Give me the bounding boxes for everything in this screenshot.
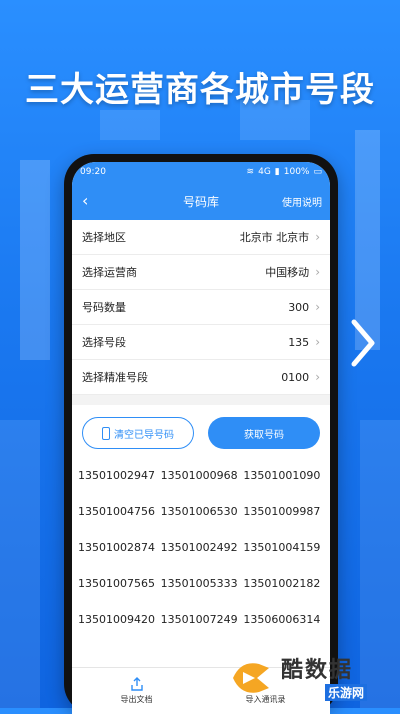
setting-label: 选择精准号段 [82, 371, 148, 384]
setting-label: 选择运营商 [82, 266, 137, 279]
setting-label: 选择号段 [82, 336, 126, 349]
chevron-right-icon: › [315, 335, 320, 349]
watermark-brand: 酷数据 [281, 658, 354, 683]
setting-row-region[interactable]: 选择地区 北京市 北京市 › [72, 220, 330, 255]
status-indicators: ≋ 4G ▮ 100% ▭ [247, 167, 322, 177]
list-item: 13501002182 [243, 577, 321, 590]
list-item: 13501004756 [78, 505, 155, 518]
fetch-button-label: 获取号码 [244, 429, 284, 441]
phone-screen: 09:20 ≋ 4G ▮ 100% ▭ ‹ 号码库 使用说明 选择地区 北京市 … [72, 162, 330, 714]
navbar: ‹ 号码库 使用说明 [72, 182, 330, 220]
setting-label: 选择地区 [82, 231, 126, 244]
wifi-icon: ≋ [246, 167, 255, 177]
phone-icon [102, 426, 110, 440]
list-item: 13501001090 [243, 469, 321, 482]
setting-value: 中国移动 [265, 266, 310, 279]
export-tab[interactable]: 导出文档 [72, 668, 201, 714]
status-battery: 100% [283, 167, 310, 177]
setting-label: 号码数量 [82, 301, 126, 314]
setting-row-exact-prefix[interactable]: 选择精准号段 0100 › [72, 360, 330, 395]
list-item: 13501009987 [243, 505, 321, 518]
number-grid: 13501002947 13501000968 13501001090 1350… [72, 459, 330, 629]
setting-row-carrier[interactable]: 选择运营商 中国移动 › [72, 255, 330, 290]
list-item: 13501007249 [160, 613, 238, 626]
clear-button-label: 清空已导号码 [114, 429, 174, 441]
chevron-left-icon[interactable]: ‹ [82, 191, 88, 210]
list-item: 13506006314 [243, 613, 321, 626]
list-item: 13501002874 [78, 541, 155, 554]
chevron-right-icon: › [315, 370, 320, 384]
watermark: 酷数据 乐游网 [229, 652, 394, 704]
setting-row-quantity[interactable]: 号码数量 300 › [72, 290, 330, 325]
list-item: 13501005333 [160, 577, 238, 590]
fetch-button[interactable]: 获取号码 [208, 417, 320, 449]
export-tab-label: 导出文档 [120, 695, 153, 704]
promo-headline: 三大运营商各城市号段 [25, 70, 375, 110]
chevron-right-icon: › [315, 265, 320, 279]
status-time: 09:20 [80, 167, 106, 177]
setting-row-prefix[interactable]: 选择号段 135 › [72, 325, 330, 360]
chevron-right-icon: › [315, 300, 320, 314]
clear-button[interactable]: 清空已导号码 [82, 417, 194, 449]
signal-icon: ▮ [274, 167, 280, 177]
help-link[interactable]: 使用说明 [282, 194, 322, 209]
page-title: 号码库 [182, 194, 219, 209]
action-buttons: 清空已导号码 获取号码 [72, 405, 330, 459]
list-item: 13501002947 [78, 469, 155, 482]
list-item: 13501009420 [78, 613, 155, 626]
setting-value: 135 [288, 335, 310, 349]
phone-frame: 09:20 ≋ 4G ▮ 100% ▭ ‹ 号码库 使用说明 选择地区 北京市 … [64, 154, 338, 714]
brand-logo-icon [233, 663, 269, 693]
battery-icon: ▭ [313, 167, 322, 177]
watermark-sub: 乐游网 [325, 684, 368, 701]
list-item: 13501007565 [78, 577, 155, 590]
list-item: 13501004159 [243, 541, 321, 554]
list-item: 13501000968 [160, 469, 238, 482]
list-item: 13501002492 [160, 541, 238, 554]
chevron-right-icon: › [315, 230, 320, 244]
status-bar: 09:20 ≋ 4G ▮ 100% ▭ [72, 162, 330, 182]
setting-value: 0100 [281, 370, 310, 384]
share-icon [130, 677, 143, 691]
section-divider [72, 395, 330, 405]
setting-value: 北京市 北京市 [239, 231, 310, 244]
list-item: 13501006530 [160, 505, 238, 518]
settings-list: 选择地区 北京市 北京市 › 选择运营商 中国移动 › 号码数量 300 › 选择号段… [72, 220, 330, 395]
next-arrow-icon[interactable] [350, 318, 376, 368]
status-network: 4G [258, 167, 271, 177]
setting-value: 300 [288, 300, 310, 314]
